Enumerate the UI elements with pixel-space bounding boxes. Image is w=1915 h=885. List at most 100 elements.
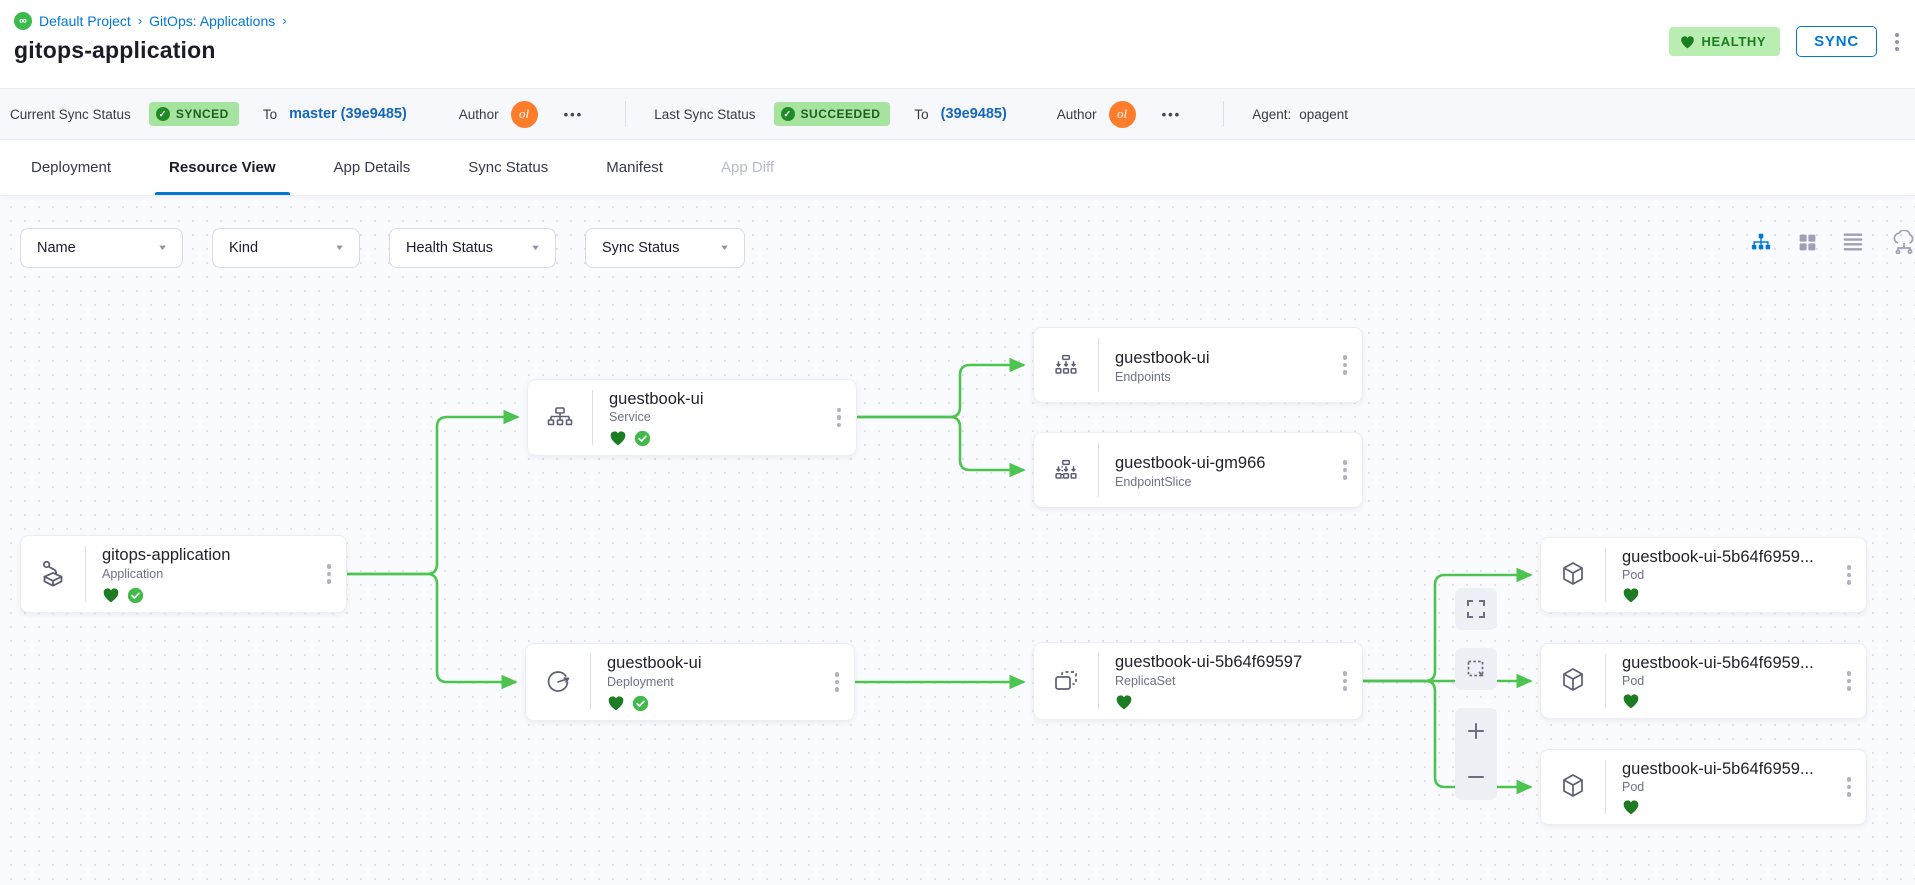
grid-view-icon[interactable] <box>1795 230 1819 254</box>
app-tabs: Deployment Resource View App Details Syn… <box>0 140 1915 196</box>
node-title: guestbook-ui-5b64f6959... <box>1622 548 1832 566</box>
tab-app-details[interactable]: App Details <box>326 140 419 195</box>
last-sync-menu-button[interactable]: ••• <box>1162 107 1182 122</box>
divider <box>625 101 626 127</box>
healthy-heart-icon <box>1622 587 1640 603</box>
node-title: guestbook-ui <box>609 390 822 408</box>
node-endpoints[interactable]: guestbook-ui Endpoints <box>1033 327 1363 403</box>
pod-icon <box>1541 644 1605 718</box>
cloud-view-icon[interactable] <box>1887 230 1915 254</box>
pod-icon <box>1541 750 1605 824</box>
node-pod-3[interactable]: guestbook-ui-5b64f6959... Pod <box>1540 749 1867 825</box>
synced-check-icon <box>632 695 649 712</box>
node-menu-button[interactable] <box>1832 644 1866 718</box>
tab-deployment[interactable]: Deployment <box>23 140 119 195</box>
chevron-down-icon: ▼ <box>334 244 345 252</box>
filter-row: Name▼ Kind▼ Health Status▼ Sync Status▼ <box>20 228 745 268</box>
application-icon <box>21 536 85 612</box>
resource-tree-canvas[interactable]: Name▼ Kind▼ Health Status▼ Sync Status▼ <box>0 196 1915 885</box>
health-status-badge: HEALTHY <box>1669 27 1781 56</box>
breadcrumb-separator-icon: › <box>282 13 286 28</box>
tab-manifest[interactable]: Manifest <box>598 140 671 195</box>
node-menu-button[interactable] <box>1328 328 1362 402</box>
author-avatar[interactable]: ol <box>511 101 538 128</box>
node-title: guestbook-ui <box>1115 349 1328 368</box>
node-application[interactable]: gitops-application Application <box>20 535 347 613</box>
tab-resource-view[interactable]: Resource View <box>161 140 283 195</box>
breadcrumb-project-link[interactable]: Default Project <box>39 13 131 29</box>
author-avatar[interactable]: ol <box>1109 101 1136 128</box>
list-view-icon[interactable] <box>1841 230 1865 254</box>
healthy-heart-icon <box>1622 799 1640 815</box>
filter-health-status-dropdown[interactable]: Health Status▼ <box>389 228 556 268</box>
healthy-heart-icon <box>102 587 120 603</box>
header-menu-button[interactable] <box>1893 29 1901 55</box>
zoom-in-button[interactable] <box>1455 708 1497 754</box>
replicaset-icon <box>1034 643 1098 719</box>
current-sync-status-label: Current Sync Status <box>10 107 131 122</box>
breadcrumb-applications-link[interactable]: GitOps: Applications <box>149 13 275 29</box>
current-target-revision-link[interactable]: master (39e9485) <box>289 106 407 122</box>
view-mode-toggles <box>1749 230 1915 254</box>
healthy-heart-icon <box>609 430 627 446</box>
filter-name-dropdown[interactable]: Name▼ <box>20 228 183 268</box>
node-kind: EndpointSlice <box>1115 475 1328 489</box>
tab-sync-status[interactable]: Sync Status <box>460 140 556 195</box>
node-endpointslice[interactable]: guestbook-ui-gm966 EndpointSlice <box>1033 432 1363 508</box>
node-menu-button[interactable] <box>1832 538 1866 612</box>
node-menu-button[interactable] <box>1328 643 1362 719</box>
node-menu-button[interactable] <box>312 536 346 612</box>
node-menu-button[interactable] <box>820 644 854 720</box>
chevron-down-icon: ▼ <box>719 244 730 252</box>
node-title: guestbook-ui-5b64f69597 <box>1115 653 1328 672</box>
breadcrumb-separator-icon: › <box>138 13 142 28</box>
tree-view-icon[interactable] <box>1749 230 1773 254</box>
node-menu-button[interactable] <box>822 380 856 455</box>
to-label: To <box>263 107 277 122</box>
node-pod-2[interactable]: guestbook-ui-5b64f6959... Pod <box>1540 643 1867 719</box>
endpointslice-icon <box>1034 433 1098 507</box>
last-target-revision-link[interactable]: (39e9485) <box>941 106 1007 122</box>
current-sync-menu-button[interactable]: ••• <box>564 107 584 122</box>
node-title: guestbook-ui-gm966 <box>1115 454 1328 473</box>
node-menu-button[interactable] <box>1328 433 1362 507</box>
node-menu-button[interactable] <box>1832 750 1866 824</box>
zoom-group <box>1455 708 1497 800</box>
node-kind: ReplicaSet <box>1115 674 1328 688</box>
node-title: gitops-application <box>102 546 312 565</box>
gitops-logo-icon: ∞ <box>14 12 32 30</box>
last-sync-badge: ✓ SUCCEEDED <box>774 102 891 126</box>
node-title: guestbook-ui <box>607 654 820 673</box>
agent-label: Agent: <box>1252 107 1291 122</box>
node-service[interactable]: guestbook-ui Service <box>527 379 857 456</box>
node-replicaset[interactable]: guestbook-ui-5b64f69597 ReplicaSet <box>1033 642 1363 720</box>
node-deployment[interactable]: guestbook-ui Deployment <box>525 643 855 721</box>
health-badge-label: HEALTHY <box>1702 34 1767 49</box>
sync-status-bar: Current Sync Status ✓ SYNCED To master (… <box>0 88 1915 140</box>
fullscreen-button[interactable] <box>1455 588 1497 630</box>
tab-app-diff: App Diff <box>713 140 782 195</box>
node-kind: Application <box>102 567 312 581</box>
current-sync-badge: ✓ SYNCED <box>149 102 239 126</box>
page-header: ∞ Default Project › GitOps: Applications… <box>0 0 1915 88</box>
check-circle-icon: ✓ <box>156 107 170 121</box>
filter-sync-status-dropdown[interactable]: Sync Status▼ <box>585 228 745 268</box>
service-icon <box>528 380 592 455</box>
fit-selection-button[interactable] <box>1455 648 1497 690</box>
author-label: Author <box>1057 107 1097 122</box>
node-kind: Service <box>609 410 822 424</box>
check-circle-icon: ✓ <box>781 107 795 121</box>
synced-check-icon <box>127 587 144 604</box>
synced-check-icon <box>634 430 651 447</box>
heart-icon <box>1680 35 1695 49</box>
filter-kind-dropdown[interactable]: Kind▼ <box>212 228 360 268</box>
zoom-out-button[interactable] <box>1455 754 1497 800</box>
node-title: guestbook-ui-5b64f6959... <box>1622 760 1832 778</box>
to-label: To <box>914 107 928 122</box>
node-kind: Deployment <box>607 675 820 689</box>
node-pod-1[interactable]: guestbook-ui-5b64f6959... Pod <box>1540 537 1867 613</box>
node-kind: Pod <box>1622 674 1832 688</box>
sync-button[interactable]: SYNC <box>1796 26 1877 57</box>
node-kind: Pod <box>1622 780 1832 794</box>
healthy-heart-icon <box>1115 694 1133 710</box>
